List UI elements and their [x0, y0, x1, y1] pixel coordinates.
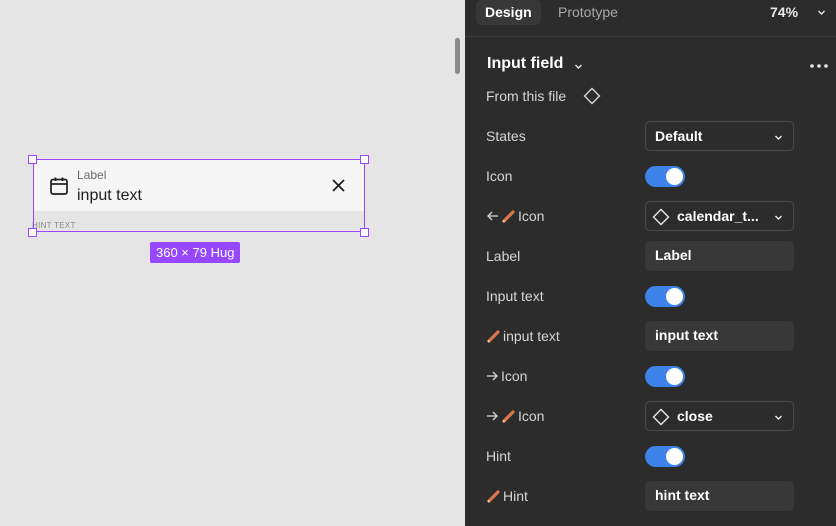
right-icon-toggle[interactable] — [645, 366, 685, 387]
prop-right-icon-label: Icon — [486, 408, 544, 424]
panel-tabs: Design Prototype 74% — [465, 0, 836, 37]
resize-handle-top-left[interactable] — [28, 155, 37, 164]
hint-value-input[interactable]: hint text — [645, 481, 794, 511]
component-diamond-icon[interactable] — [583, 87, 601, 105]
diamond-icon — [652, 408, 670, 426]
prop-left-icon-label: Icon — [486, 208, 544, 224]
resize-handle-top-right[interactable] — [360, 155, 369, 164]
toggle-knob — [666, 448, 683, 465]
selection-outline — [33, 159, 365, 232]
chevron-down-icon[interactable] — [574, 62, 583, 71]
arrow-right-icon — [487, 411, 498, 421]
prop-label-label: Label — [486, 248, 521, 264]
toggle-knob — [666, 168, 683, 185]
prop-right-icon-toggle-label: Icon — [486, 368, 527, 384]
chevron-down-icon — [775, 415, 782, 420]
prop-hint-value-label: Hint — [486, 488, 528, 504]
properties-panel: Design Prototype 74% Input field From th… — [465, 0, 836, 526]
chevron-down-icon[interactable] — [817, 8, 826, 17]
more-options-icon[interactable] — [808, 55, 830, 77]
input-text-value-input[interactable]: input text — [645, 321, 794, 351]
pencil-icon — [502, 409, 515, 423]
label-input[interactable]: Label — [645, 241, 794, 271]
canvas[interactable]: Label input text HINT TEXT 360 × 79 Hug — [0, 0, 465, 526]
arrow-left-icon — [487, 211, 498, 221]
pencil-icon — [487, 329, 500, 343]
resize-handle-bottom-right[interactable] — [360, 228, 369, 237]
states-select[interactable]: Default — [645, 121, 794, 151]
right-icon-select[interactable]: close — [645, 401, 794, 431]
pencil-icon — [487, 489, 500, 503]
left-icon-select[interactable]: calendar_t... — [645, 201, 794, 231]
prop-icon-label: Icon — [486, 168, 513, 184]
tab-prototype[interactable]: Prototype — [549, 0, 627, 25]
resize-handle-bottom-left[interactable] — [28, 228, 37, 237]
chevron-down-icon — [775, 215, 782, 220]
icon-toggle[interactable] — [645, 166, 685, 187]
zoom-level[interactable]: 74% — [770, 0, 798, 25]
toggle-knob — [666, 288, 683, 305]
size-badge: 360 × 79 Hug — [150, 242, 241, 263]
hint-toggle[interactable] — [645, 446, 685, 467]
pencil-icon — [502, 209, 515, 223]
prop-input-text-label: Input text — [486, 288, 544, 304]
prop-states-label: States — [486, 128, 526, 144]
component-source: From this file — [486, 88, 567, 104]
component-title[interactable]: Input field — [487, 55, 563, 73]
diamond-icon — [652, 208, 670, 226]
tab-design[interactable]: Design — [476, 0, 541, 25]
prop-hint-label: Hint — [486, 448, 511, 464]
chevron-down-icon — [775, 135, 782, 140]
prop-input-text-value-label: input text — [486, 328, 560, 344]
input-text-toggle[interactable] — [645, 286, 685, 307]
canvas-scrollbar[interactable] — [455, 38, 460, 74]
arrow-right-icon — [487, 371, 498, 381]
toggle-knob — [666, 368, 683, 385]
